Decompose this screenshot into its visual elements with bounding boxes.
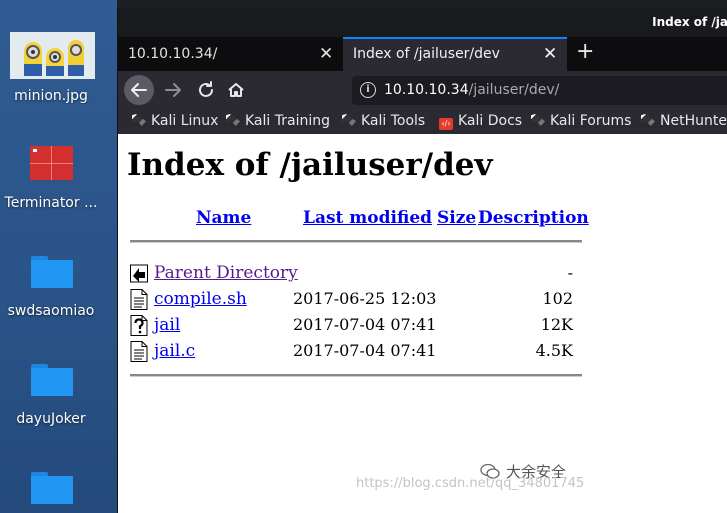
desktop-icon-label: Terminator ... [4,195,98,211]
desktop-icon-swdsaomiao[interactable]: swdsaomiao [0,303,102,319]
file-link-jail-c[interactable]: jail.c [154,341,195,361]
folder-icon[interactable] [31,364,73,396]
forward-button[interactable] [160,76,188,104]
column-header-size[interactable]: Size [437,208,476,228]
file-link-compile-sh[interactable]: compile.sh [154,289,247,309]
file-link-jail[interactable]: jail [154,315,180,335]
file-size: 102 [542,289,573,308]
table-row: jail.c 2017-07-04 07:41 4.5K [130,340,590,364]
arrow-left-icon [131,83,147,97]
navigation-toolbar: i 10.10.10.34/jailuser/dev/ [118,71,727,110]
tab-index-of-jailuser-dev[interactable]: Index of /jailuser/dev ✕ [343,37,567,71]
window-titlebar[interactable]: Index of /ja [118,8,727,37]
bookmarks-toolbar: Kali Linux Kali Training Kali Tools ‹/› K… [118,110,727,134]
desktop-icon-terminator[interactable]: Terminator ... [0,195,102,211]
file-link-parent-directory[interactable]: Parent Directory [154,263,298,283]
bookmark-label: Kali Docs [458,113,523,129]
column-header-last-modified[interactable]: Last modified [303,208,432,228]
arrow-right-icon [165,83,181,97]
bookmark-kali-training[interactable]: Kali Training [226,113,330,129]
reload-button[interactable] [192,76,220,104]
text-file-icon [130,341,148,362]
back-folder-icon [130,264,148,283]
desktop-icon-dayujoker[interactable]: dayuJoker [0,411,102,427]
table-row: compile.sh 2017-06-25 12:03 102 [130,288,590,312]
file-size: 4.5K [535,341,573,360]
desktop-icon-label: dayuJoker [16,411,86,427]
bookmark-label: Kali Tools [361,113,426,129]
bookmark-nethunter[interactable]: NetHunter [641,113,727,129]
url-watermark: https://blog.csdn.net/qq_34801745 [356,476,585,491]
browser-window: Index of /ja 10.10.10.34/ ✕ Index of /ja… [117,8,727,513]
kali-dragon-icon [132,114,146,126]
bookmark-kali-forums[interactable]: Kali Forums [531,113,631,129]
table-row: Parent Directory - [130,262,590,286]
bookmark-label: Kali Forums [550,113,632,129]
desktop-icon-minion[interactable]: minion.jpg [0,88,102,104]
folder-icon[interactable] [31,472,73,504]
bookmark-kali-docs[interactable]: ‹/› Kali Docs [439,113,522,130]
url-host: 10.10.10.34 [384,82,469,98]
bookmark-label: NetHunter [660,113,727,129]
new-tab-button[interactable]: + [576,39,594,64]
column-header-name[interactable]: Name [196,208,251,228]
kali-dragon-icon [226,114,240,126]
tab-bar: 10.10.10.34/ ✕ Index of /jailuser/dev ✕ … [118,37,727,71]
terminator-icon[interactable] [30,146,73,180]
folder-icon[interactable] [31,256,73,288]
tab-label: 10.10.10.34/ [128,46,218,62]
home-button[interactable] [222,76,250,104]
page-content: Index of /jailuser/dev Name Last modifie… [118,134,727,513]
table-divider [130,374,582,377]
page-title: Index of /jailuser/dev [127,147,493,183]
desktop-icon-label: swdsaomiao [7,303,95,319]
info-icon[interactable]: i [360,82,376,98]
kali-dragon-icon [531,114,545,126]
bookmark-kali-tools[interactable]: Kali Tools [342,113,425,129]
file-date: 2017-07-04 07:41 [293,341,437,360]
table-row: jail 2017-07-04 07:41 12K [130,314,590,338]
image-thumbnail-icon[interactable] [10,32,95,79]
back-button[interactable] [124,75,154,105]
reload-icon [199,81,213,97]
kali-dragon-icon [342,114,356,126]
desktop-icon-label: minion.jpg [14,88,88,104]
tab-10-10-10-34[interactable]: 10.10.10.34/ ✕ [118,37,342,71]
file-size: 12K [540,315,573,334]
close-icon[interactable]: ✕ [543,44,557,64]
close-icon[interactable]: ✕ [319,44,333,64]
url-text: 10.10.10.34/jailuser/dev/ [384,82,559,98]
column-header-description[interactable]: Description [478,208,589,228]
url-path: /jailuser/dev/ [468,82,560,98]
unknown-file-icon [130,315,148,336]
kali-dragon-icon [641,114,655,126]
text-file-icon [130,289,148,310]
bookmark-label: Kali Linux [151,113,219,129]
url-bar[interactable]: i 10.10.10.34/jailuser/dev/ [352,76,727,105]
file-date: 2017-07-04 07:41 [293,315,437,334]
window-title: Index of /ja [652,15,727,29]
home-icon [228,83,244,97]
kali-docs-icon: ‹/› [439,118,453,130]
table-divider [130,240,582,243]
file-date: 2017-06-25 12:03 [293,289,437,308]
bookmark-label: Kali Training [245,113,330,129]
desktop: minion.jpg Terminator ... swdsaomiao day… [0,0,117,513]
tab-label: Index of /jailuser/dev [353,46,500,62]
file-size: - [567,263,573,282]
bookmark-kali-linux[interactable]: Kali Linux [132,113,218,129]
